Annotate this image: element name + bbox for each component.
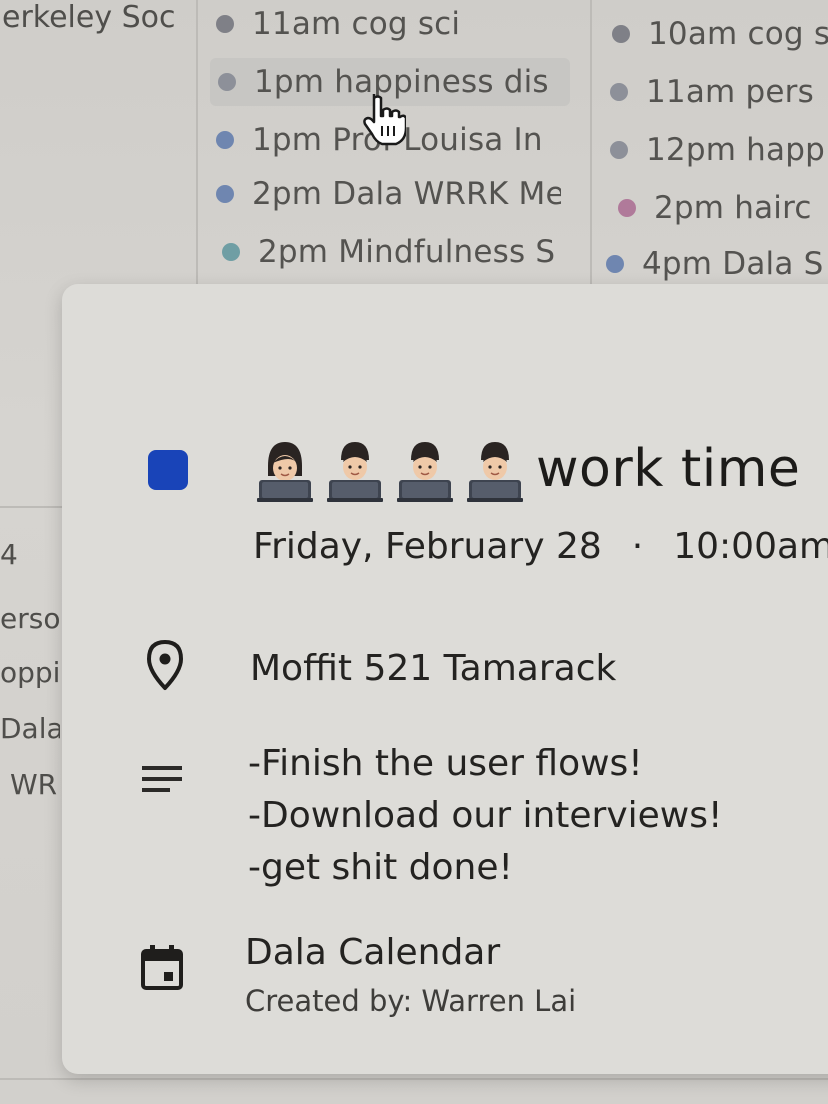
event-color-dot	[216, 131, 234, 149]
event-color-dot	[222, 243, 240, 261]
event-label: 10am cog s	[648, 16, 828, 52]
event-label: 11am cog sci	[252, 6, 461, 42]
event-color-dot	[610, 141, 628, 159]
technologist-man-icon	[467, 442, 523, 502]
row-divider	[0, 1078, 828, 1080]
calendar-event-fragment[interactable]: Dala	[0, 712, 60, 745]
calendar-day-number: 4	[0, 538, 18, 571]
description-line: -Finish the user flows!	[248, 743, 643, 784]
event-color-dot	[218, 73, 236, 91]
event-time: 10:00am	[673, 526, 828, 567]
column-divider	[196, 0, 198, 300]
calendar-event[interactable]: 10am cog s	[612, 14, 828, 54]
location-pin-icon	[147, 640, 183, 690]
event-label: 2pm Dala WRRK Me	[252, 176, 561, 212]
column-divider	[590, 0, 592, 300]
event-creator: Created by: Warren Lai	[245, 984, 577, 1018]
technologist-man-icon	[327, 442, 383, 502]
description-line: -Download our interviews!	[248, 795, 723, 836]
calendar-event[interactable]: 12pm happ	[610, 130, 828, 170]
event-color-square	[148, 450, 188, 490]
calendar-event[interactable]: 11am cog sci	[216, 4, 576, 44]
calendar-column-header: erkeley Soc	[2, 0, 176, 35]
event-title: work time	[256, 436, 800, 502]
event-location: Moffit 521 Tamarack	[250, 648, 617, 689]
event-color-dot	[618, 199, 636, 217]
calendar-name: Dala Calendar	[245, 932, 501, 973]
calendar-event[interactable]: 11am pers	[610, 72, 828, 112]
calendar-event-fragment[interactable]: ersor	[0, 602, 60, 635]
event-label: 12pm happ	[646, 132, 825, 168]
event-color-dot	[216, 15, 234, 33]
calendar-event[interactable]: 2pm Mindfulness S	[222, 232, 557, 272]
event-color-dot	[216, 185, 234, 203]
hand-cursor-icon	[363, 94, 406, 146]
event-label: 11am pers	[646, 74, 814, 110]
calendar-event[interactable]: 2pm hairc	[618, 188, 828, 228]
event-date: Friday, February 28	[253, 526, 602, 567]
event-color-dot	[606, 255, 624, 273]
event-label: 2pm Mindfulness S	[258, 234, 556, 270]
technologist-woman-icon	[257, 442, 313, 502]
calendar-event-fragment[interactable]: WR	[10, 768, 62, 801]
calendar-event-fragment[interactable]: oppin	[0, 656, 60, 689]
calendar-icon	[141, 945, 183, 990]
technologist-man-icon	[397, 442, 453, 502]
datetime-separator: ·	[631, 526, 644, 567]
event-color-dot	[612, 25, 630, 43]
description-icon	[142, 766, 182, 792]
event-label: 4pm Dala S	[642, 246, 824, 282]
event-description: -Finish the user flows! -Download our in…	[248, 738, 722, 894]
event-datetime: Friday, February 28 · 10:00am	[253, 526, 828, 567]
event-color-dot	[610, 83, 628, 101]
row-divider	[0, 506, 70, 508]
calendar-event[interactable]: 4pm Dala S	[606, 244, 828, 284]
event-title-text: work time	[536, 439, 801, 499]
calendar-event[interactable]: 2pm Dala WRRK Me	[216, 174, 561, 214]
event-label: 2pm hairc	[654, 190, 812, 226]
description-line: -get shit done!	[248, 847, 513, 888]
